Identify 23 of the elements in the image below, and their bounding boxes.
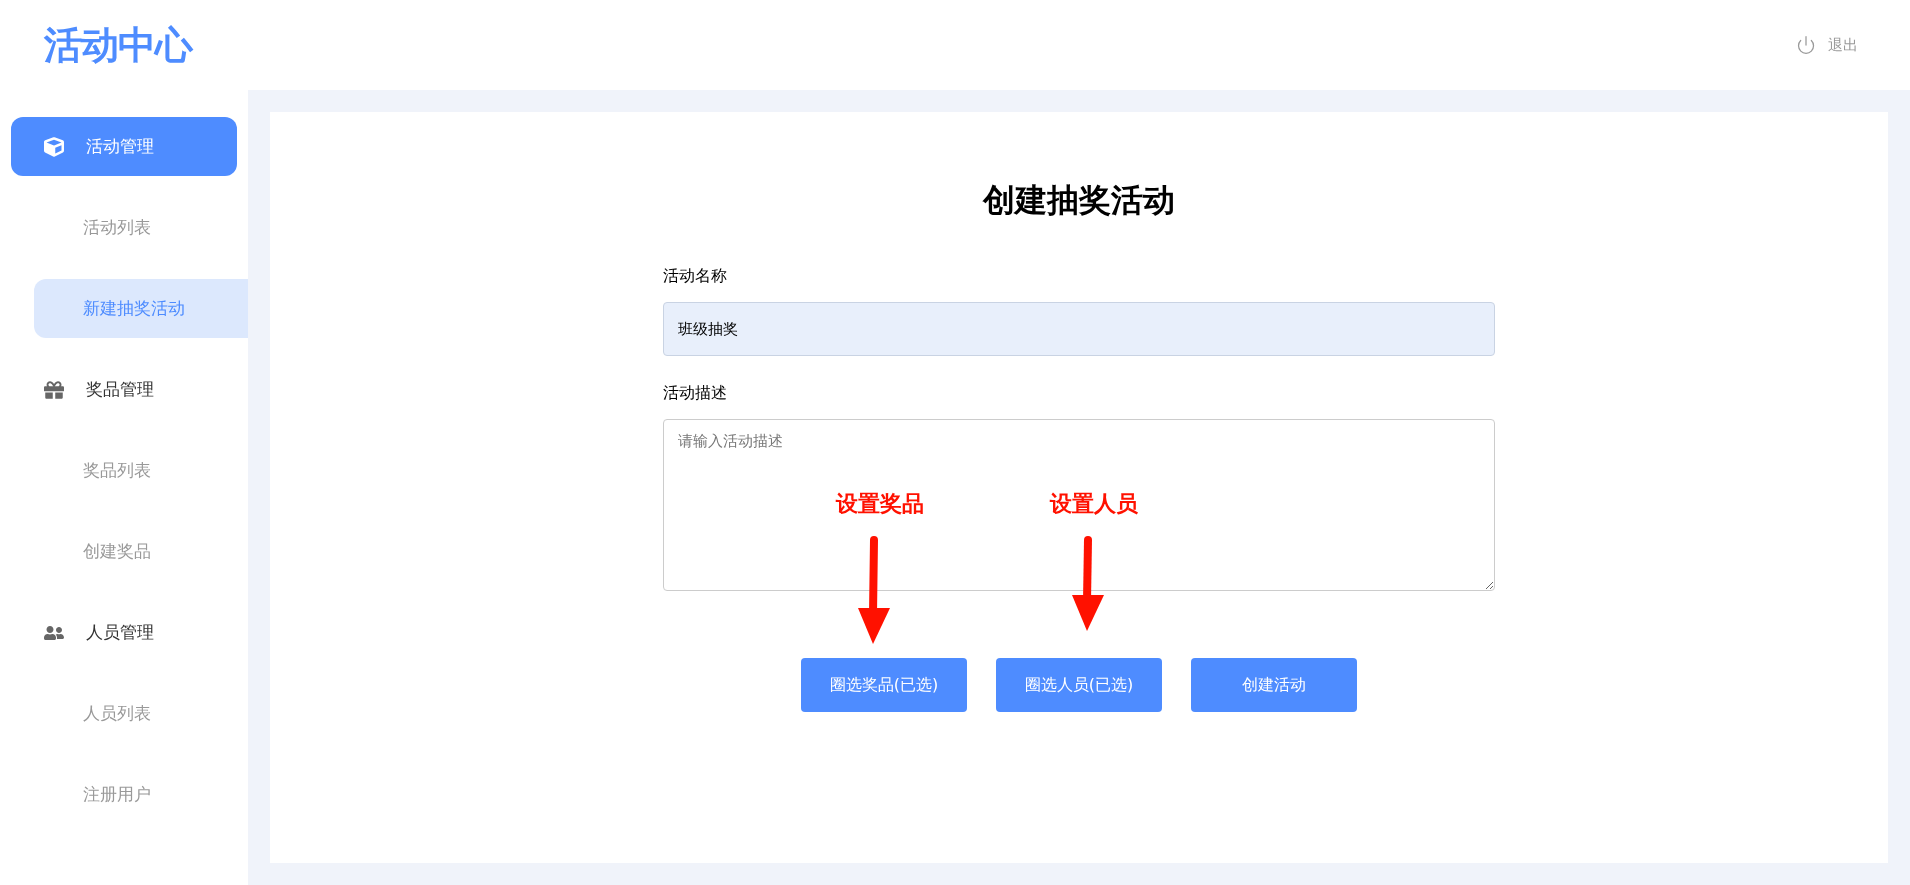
sidebar-item[interactable]: 活动列表	[34, 198, 248, 257]
logout-button[interactable]: 退出	[1796, 33, 1858, 57]
gift-icon	[44, 379, 64, 400]
field-label: 活动描述	[663, 382, 728, 404]
action-button[interactable]: 创建活动	[1191, 658, 1357, 712]
sidebar-item[interactable]: 注册用户	[34, 765, 248, 824]
page-title: 创建抽奖活动	[983, 180, 1175, 221]
action-button[interactable]: 圈选奖品(已选)	[801, 658, 967, 712]
cube-icon	[44, 136, 64, 157]
annotation-label: 设置奖品	[836, 490, 924, 518]
sidebar-group[interactable]: 奖品管理	[11, 360, 237, 419]
sidebar-group[interactable]: 人员管理	[11, 603, 237, 662]
power-icon	[1796, 35, 1816, 55]
sidebar-item[interactable]: 人员列表	[34, 684, 248, 743]
input-field[interactable]: 班级抽奖	[663, 302, 1495, 356]
action-button[interactable]: 圈选人员(已选)	[996, 658, 1162, 712]
sidebar-item[interactable]: 创建奖品	[34, 522, 248, 581]
sidebar-group[interactable]: 活动管理	[11, 117, 237, 176]
field-label: 活动名称	[663, 265, 728, 287]
logo: 活动中心	[44, 21, 193, 69]
sidebar-item[interactable]: 奖品列表	[34, 441, 248, 500]
sidebar-item[interactable]: 新建抽奖活动	[34, 279, 248, 338]
annotation-label: 设置人员	[1050, 490, 1138, 518]
